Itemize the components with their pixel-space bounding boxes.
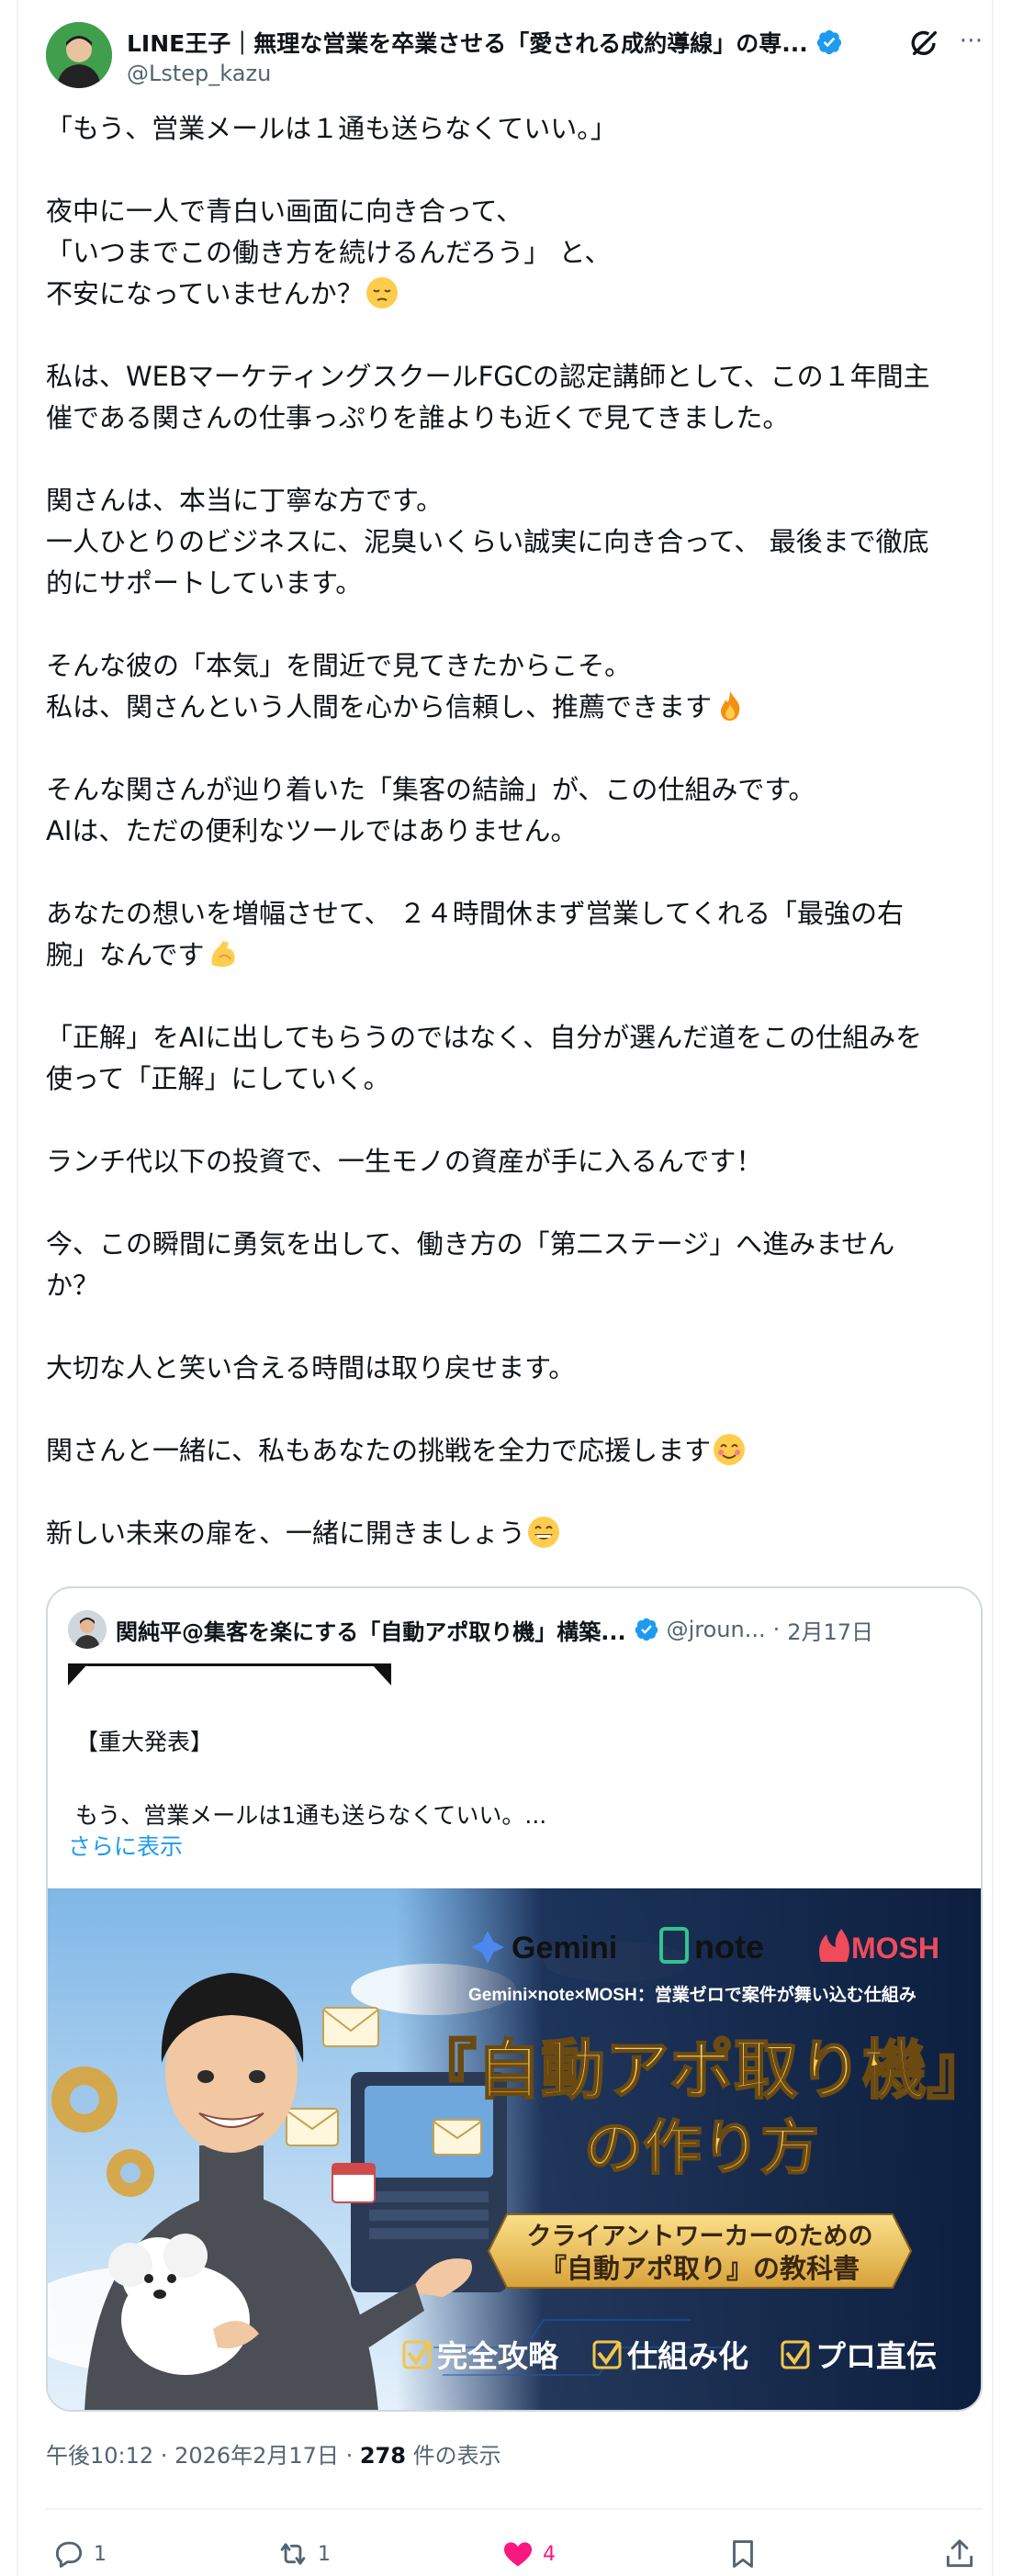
quoted-tweet-text: 【重大発表】 もう、営業メールは1通も送らなくていい。...: [75, 1729, 547, 1829]
image-title-line1: 『自動アポ取り機』: [412, 2033, 981, 2108]
quoted-post-date: 2月17日: [787, 1618, 874, 1645]
post-date[interactable]: 2026年2月17日: [174, 2443, 339, 2469]
paragraph: 夜中に一人で青白い画面に向き合って、 「いつまでこの働き方を続けるんだろう」 と…: [46, 196, 612, 309]
paragraph: 私は、WEBマーケティングスクールFGCの認定講師として、この１年間主 催である…: [46, 361, 930, 433]
image-title-line2: の作り方: [584, 2115, 819, 2183]
heart-filled-icon: [503, 2542, 533, 2567]
verified-badge-icon: [635, 1618, 658, 1641]
paragraph: 新しい未来の扉を、一緒に開きましょう: [46, 1513, 983, 1554]
flexed-biceps-icon: [211, 941, 235, 968]
post-time[interactable]: 午後10:12: [46, 2443, 153, 2469]
paragraph: ランチ代以下の投資で、一生モノの資産が手に入るんです！: [46, 1146, 763, 1177]
paragraph: 関さんは、本当に丁寧な方です。 一人ひとりのビジネスに、泥臭いくらい誠実に向き合…: [46, 485, 929, 599]
repost-icon: [280, 2543, 306, 2565]
like-button[interactable]: 4: [500, 2536, 556, 2572]
show-more-link[interactable]: さらに表示: [68, 1829, 183, 1862]
paragraph: そんな関さんが辿り着いた「集客の結論」が、この仕組みです。 AIは、ただの便利な…: [46, 774, 815, 846]
views-label: 件の表示: [405, 2443, 501, 2469]
ribbon-line2: 『自動アポ取り』の教科書: [540, 2253, 860, 2284]
ribbon-line1: クライアントワーカーのための: [527, 2223, 873, 2251]
tweet-header: LINE王子｜無理な営業を卒業させる「愛される成約導線」の専... ⋯ @Lst…: [46, 22, 984, 95]
paragraph: 「正解」をAIに出してもらうのではなく、自分が選んだ道をこの仕組みを 使って「正…: [46, 1022, 923, 1094]
author-avatar-image: [46, 22, 112, 88]
paragraph: 今、この瞬間に勇気を出して、働き方の「第二ステージ」へ進みません か？: [46, 1228, 895, 1301]
quoted-author-avatar: [68, 1610, 107, 1649]
paragraph: 「もう、営業メールは１通も送らなくていい。」: [46, 113, 617, 144]
pensive-face-icon: [365, 277, 398, 308]
repost-button[interactable]: 1: [275, 2536, 331, 2572]
mosh-logo: MOSH: [851, 1932, 939, 1965]
paragraph: そんな彼の「本気」を間近で見てきたからこそ。 私は、関さんという人間を心から信頼…: [46, 645, 983, 728]
grinning-face-icon: [528, 1517, 560, 1548]
note-logo: note: [694, 1928, 764, 1966]
envelope-icon: [322, 2007, 379, 2047]
bookmark-button[interactable]: [725, 2536, 760, 2572]
check-item-1: 完全攻略: [437, 2338, 559, 2374]
smiling-face-icon: [714, 1434, 746, 1465]
share-icon: [946, 2539, 973, 2568]
reply-count: 1: [94, 2542, 107, 2566]
author-avatar[interactable]: [46, 22, 112, 88]
bookmark-icon: [733, 2540, 753, 2568]
decorative-banner-bar: [68, 1663, 391, 1686]
fire-icon: [721, 691, 740, 721]
quoted-tweet-image[interactable]: Gemini note MOSH Gemini×note×MOSH：営業ゼロで案…: [48, 1888, 981, 2412]
author-display-name[interactable]: LINE王子｜無理な営業を卒業させる「愛される成約導線」の専...: [127, 26, 808, 59]
more-options-icon[interactable]: ⋯: [955, 24, 988, 57]
like-count: 4: [543, 2542, 556, 2566]
post-metadata: 午後10:12 · 2026年2月17日 · 278 件の表示: [46, 2443, 501, 2469]
paragraph: 関さんと一緒に、私もあなたの挑戦を全力で応援します: [46, 1430, 983, 1472]
author-name-row: LINE王子｜無理な営業を卒業させる「愛される成約導線」の専...: [127, 26, 953, 59]
check-item-3: プロ直伝: [815, 2338, 937, 2374]
quoted-tweet-header: 関純平@集客を楽にする「自動アポ取り機」構築... @jroun... · 2月…: [68, 1608, 968, 1651]
tweet-text: 「もう、営業メールは１通も送らなくていい。」 夜中に一人で青白い画面に向き合って…: [46, 108, 983, 1554]
separator-dot: ·: [772, 1617, 781, 1642]
verified-badge-icon: [816, 29, 841, 55]
paragraph: あなたの想いを増幅させて、 ２４時間休まず営業してくれる「最強の右 腕」なんです: [46, 898, 905, 970]
author-handle[interactable]: @Lstep_kazu: [127, 61, 271, 86]
gemini-logo: Gemini: [512, 1931, 617, 1966]
share-button[interactable]: [942, 2536, 977, 2572]
quoted-author-handle: @jroun...: [666, 1617, 766, 1642]
check-item-2: 仕組み化: [627, 2338, 748, 2374]
image-subtitle: Gemini×note×MOSH：営業ゼロで案件が舞い込む仕組み: [468, 1984, 916, 2005]
views-count: 278: [359, 2443, 406, 2469]
reply-button[interactable]: 1: [51, 2536, 107, 2572]
paragraph: 大切な人と笑い合える時間は取り戻せます。: [46, 1352, 576, 1383]
action-bar: 1 1 4: [46, 2508, 983, 2568]
grok-icon[interactable]: [909, 28, 940, 59]
reply-icon: [55, 2541, 83, 2568]
quoted-tweet[interactable]: 関純平@集客を楽にする「自動アポ取り機」構築... @jroun... · 2月…: [46, 1586, 983, 2412]
quoted-author-name: 関純平@集客を楽にする「自動アポ取り機」構築...: [116, 1618, 626, 1645]
repost-count: 1: [318, 2542, 331, 2566]
